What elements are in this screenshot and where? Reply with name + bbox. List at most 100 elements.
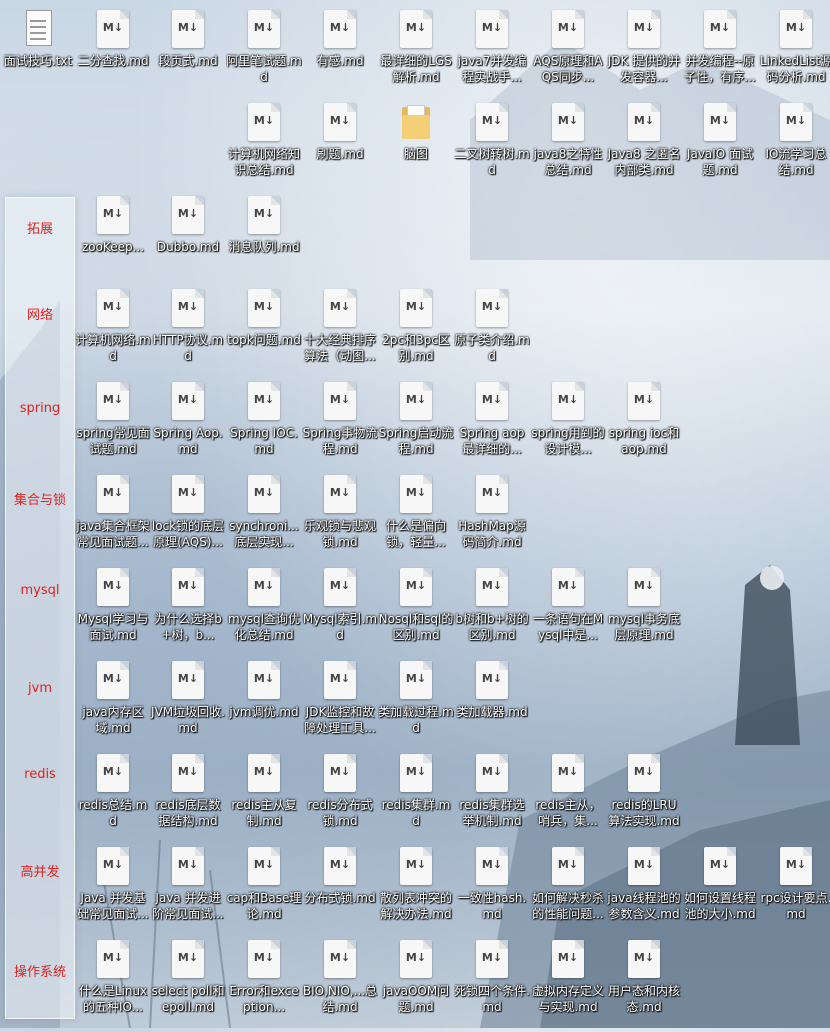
desktop-file-icon[interactable]: M↓ 十大经典排序算法（动图... (302, 287, 378, 381)
desktop-file-icon[interactable]: M↓ 二分查找.md (75, 8, 151, 102)
desktop-file-icon[interactable]: M↓ spring用到的设计模... (530, 380, 606, 474)
desktop-file-icon[interactable]: M↓ 如何解决秒杀的性能问题... (530, 845, 606, 939)
markdown-file-icon: M↓ (324, 10, 356, 48)
category-label-jvm[interactable]: jvm (6, 681, 74, 697)
desktop-file-icon[interactable]: M↓ 2pc和3pc区别.md (378, 287, 454, 381)
desktop-file-icon[interactable]: M↓ redis集群选举机制.md (454, 752, 530, 846)
desktop-file-icon[interactable]: M↓ Spring启动流程.md (378, 380, 454, 474)
desktop-file-icon[interactable]: M↓ 一致性hash.md (454, 845, 530, 939)
file-name-label: 计算机网络知识总结.md (227, 147, 300, 177)
desktop-file-icon[interactable]: M↓ redis主从复制.md (226, 752, 302, 846)
desktop-file-icon[interactable]: M↓ 段页式.md (150, 8, 226, 102)
desktop-file-icon[interactable]: M↓ 用户态和内核态.md (606, 938, 682, 1032)
desktop-file-icon[interactable]: M↓ Spring IOC.md (226, 380, 302, 474)
category-label-mysql[interactable]: mysql (6, 583, 74, 599)
desktop-file-icon[interactable]: M↓ spring ioc和aop.md (606, 380, 682, 474)
desktop-file-icon[interactable]: M↓ 分布式锁.md (302, 845, 378, 939)
desktop-file-icon[interactable]: M↓ Mysql索引.md (302, 566, 378, 660)
desktop-file-icon[interactable]: M↓ 计算机网络.md (75, 287, 151, 381)
desktop-file-icon[interactable]: M↓ JDK 提供的并发容器... (606, 8, 682, 102)
desktop-file-icon[interactable]: M↓ java7并发编程实战手... (454, 8, 530, 102)
desktop-file-icon[interactable]: M↓ 类加载器.md (454, 659, 530, 753)
desktop-file-icon[interactable]: M↓ lock锁的底层原理(AQS)... (150, 473, 226, 567)
desktop-file-icon[interactable]: M↓ 类加载过程.md (378, 659, 454, 753)
desktop-file-icon[interactable]: M↓ 阿里笔试题.md (226, 8, 302, 102)
category-label-拓展[interactable]: 拓展 (6, 222, 74, 238)
desktop-file-icon[interactable]: M↓ 如何设置线程池的大小.md (682, 845, 758, 939)
file-name-label: redis集群.md (381, 798, 451, 828)
desktop-file-icon[interactable]: M↓ redis分布式锁.md (302, 752, 378, 846)
desktop-file-icon[interactable]: M↓ synchroni...底层实现... (226, 473, 302, 567)
markdown-file-icon: M↓ (476, 754, 508, 792)
desktop-file-icon[interactable]: M↓ Java 并发进阶常见面试... (150, 845, 226, 939)
desktop-file-icon[interactable]: 面试技巧.txt (0, 8, 76, 102)
desktop-file-icon[interactable]: M↓ 一条语句在Mysql中是... (530, 566, 606, 660)
desktop-file-icon[interactable]: M↓ b树和b+树的区别.md (454, 566, 530, 660)
markdown-file-icon: M↓ (97, 661, 129, 699)
desktop-file-icon[interactable]: M↓ AQS原理和AQS同步... (530, 8, 606, 102)
markdown-file-icon: M↓ (476, 10, 508, 48)
desktop-file-icon[interactable]: M↓ java8之特性总结.md (530, 101, 606, 195)
desktop-file-icon[interactable]: M↓ 最详细的LGS解析.md (378, 8, 454, 102)
category-label-spring[interactable]: spring (6, 401, 74, 417)
desktop-file-icon[interactable]: M↓ BIO,NIO,...总结.md (302, 938, 378, 1032)
desktop-file-icon[interactable]: M↓ 计算机网络知识总结.md (226, 101, 302, 195)
desktop-file-icon[interactable]: M↓ 散列表冲突的解决办法.md (378, 845, 454, 939)
desktop-file-icon[interactable]: M↓ 什么是偏向锁，轻量... (378, 473, 454, 567)
desktop-file-icon[interactable]: M↓ 为什么选择b+树，b... (150, 566, 226, 660)
desktop-file-icon[interactable]: M↓ IO流学习总结.md (758, 101, 830, 195)
desktop-file-icon[interactable]: M↓ java内存区域.md (75, 659, 151, 753)
desktop-file-icon[interactable]: M↓ spring常见面试题.md (75, 380, 151, 474)
desktop-file-icon[interactable]: M↓ 二叉树转树.md (454, 101, 530, 195)
desktop-file-icon[interactable]: M↓ 乐观锁与悲观锁.md (302, 473, 378, 567)
category-label-网络[interactable]: 网络 (6, 308, 74, 324)
desktop-file-icon[interactable]: M↓ cap和Base理论.md (226, 845, 302, 939)
category-label-redis[interactable]: redis (6, 767, 74, 783)
desktop-file-icon[interactable]: M↓ JDK监控和故障处理工具... (302, 659, 378, 753)
desktop-file-icon[interactable]: M↓ Spring事物流程.md (302, 380, 378, 474)
desktop-file-icon[interactable]: M↓ Java8 之匿名内部类.md (606, 101, 682, 195)
desktop-file-icon[interactable]: M↓ HTTP协议.md (150, 287, 226, 381)
category-label-集合与锁[interactable]: 集合与锁 (6, 493, 74, 509)
desktop-file-icon[interactable]: M↓ java线程池的参数含义.md (606, 845, 682, 939)
desktop-file-icon[interactable]: M↓ Java 并发基础常见面试... (75, 845, 151, 939)
desktop-folder-icon[interactable]: 脑图 (378, 101, 454, 195)
desktop-file-icon[interactable]: M↓ redis的LRU算法实现.md (606, 752, 682, 846)
desktop-file-icon[interactable]: M↓ Nosql和sql的区别.md (378, 566, 454, 660)
desktop-file-icon[interactable]: M↓ redis底层数据结构.md (150, 752, 226, 846)
desktop-file-icon[interactable]: M↓ Error和exception... (226, 938, 302, 1032)
desktop-file-icon[interactable]: M↓ zooKeep... (75, 194, 151, 288)
file-name-label: rpc设计要点.md (760, 891, 830, 921)
category-label-高并发[interactable]: 高并发 (6, 865, 74, 881)
desktop-file-icon[interactable]: M↓ mysql查询优化总结.md (226, 566, 302, 660)
markdown-file-icon: M↓ (97, 382, 129, 420)
desktop-file-icon[interactable]: M↓ redis总结.md (75, 752, 151, 846)
desktop-file-icon[interactable]: M↓ Dubbo.md (150, 194, 226, 288)
desktop-file-icon[interactable]: M↓ 有感.md (302, 8, 378, 102)
desktop-file-icon[interactable]: M↓ topk问题.md (226, 287, 302, 381)
desktop-file-icon[interactable]: M↓ Mysql学习与面试.md (75, 566, 151, 660)
desktop-file-icon[interactable]: M↓ HashMap源码简介.md (454, 473, 530, 567)
file-name-label: javaOOM问题.md (382, 984, 450, 1014)
desktop-file-icon[interactable]: M↓ Spring Aop.md (150, 380, 226, 474)
desktop-file-icon[interactable]: M↓ java集合框架常见面试题... (75, 473, 151, 567)
desktop-file-icon[interactable]: M↓ JavaIO 面试题.md (682, 101, 758, 195)
desktop-file-icon[interactable]: M↓ 死锁四个条件.md (454, 938, 530, 1032)
desktop-file-icon[interactable]: M↓ 什么是Linux的五种IO... (75, 938, 151, 1032)
desktop-file-icon[interactable]: M↓ JVM垃圾回收.md (150, 659, 226, 753)
desktop-file-icon[interactable]: M↓ 消息队列.md (226, 194, 302, 288)
desktop-file-icon[interactable]: M↓ Spring aop最详细的... (454, 380, 530, 474)
desktop-file-icon[interactable]: M↓ 刷题.md (302, 101, 378, 195)
desktop-file-icon[interactable]: M↓ jvm调优.md (226, 659, 302, 753)
category-label-操作系统[interactable]: 操作系统 (6, 965, 74, 981)
desktop-file-icon[interactable]: M↓ 并发编程--原子性，有序... (682, 8, 758, 102)
desktop-file-icon[interactable]: M↓ 虚拟内存定义与实现.md (530, 938, 606, 1032)
desktop-file-icon[interactable]: M↓ redis主从，哨兵，集... (530, 752, 606, 846)
desktop-file-icon[interactable]: M↓ javaOOM问题.md (378, 938, 454, 1032)
desktop-file-icon[interactable]: M↓ redis集群.md (378, 752, 454, 846)
desktop-file-icon[interactable]: M↓ rpc设计要点.md (758, 845, 830, 939)
desktop-file-icon[interactable]: M↓ LinkedList源码分析.md (758, 8, 830, 102)
desktop-file-icon[interactable]: M↓ 原子类介绍.md (454, 287, 530, 381)
desktop-file-icon[interactable]: M↓ mysql事务底层原理.md (606, 566, 682, 660)
desktop-file-icon[interactable]: M↓ select poll和epoll.md (150, 938, 226, 1032)
